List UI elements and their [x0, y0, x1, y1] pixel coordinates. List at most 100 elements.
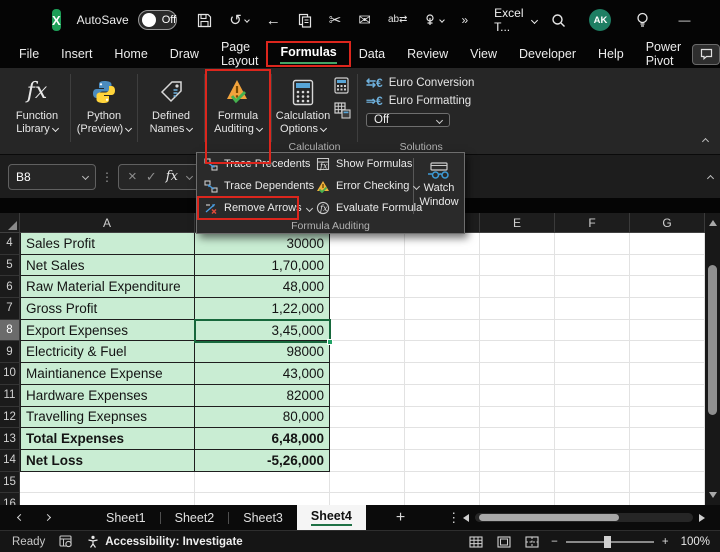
horizontal-scrollbar[interactable] — [455, 505, 705, 530]
table-row-selected[interactable]: 8 Export Expenses 3,45,000 — [0, 320, 705, 342]
zoom-out-icon[interactable]: − — [551, 536, 558, 548]
row-header[interactable]: 5 — [0, 255, 20, 277]
sheet-tab-sheet3[interactable]: Sheet3 — [229, 505, 297, 530]
tab-data[interactable]: Data — [348, 40, 396, 68]
collapse-ribbon-icon[interactable] — [703, 131, 708, 149]
zoom-level-label[interactable]: 100% — [681, 536, 710, 548]
row-header[interactable]: 15 — [0, 472, 20, 494]
more-commands-icon[interactable]: » — [461, 14, 468, 26]
cell-b14[interactable]: -5,26,000 — [195, 450, 330, 472]
undo-icon[interactable]: ↺ — [229, 13, 249, 28]
collapse-formula-bar-icon[interactable] — [708, 168, 713, 186]
email-ink-icon[interactable]: ✉ — [358, 13, 371, 28]
menu-item-error-checking[interactable]: Error Checking — [309, 175, 413, 197]
sheet-tab-sheet2[interactable]: Sheet2 — [161, 505, 229, 530]
table-row[interactable]: 14 Net Loss -5,26,000 — [0, 450, 705, 472]
normal-view-icon[interactable] — [469, 536, 483, 548]
sheet-tab-sheet1[interactable]: Sheet1 — [92, 505, 160, 530]
tab-insert[interactable]: Insert — [50, 40, 103, 68]
cancel-icon[interactable]: × — [128, 168, 137, 185]
horizontal-scroll-thumb[interactable] — [479, 514, 619, 521]
page-break-view-icon[interactable] — [525, 536, 539, 548]
cell-b6[interactable]: 48,000 — [195, 276, 330, 298]
zoom-in-icon[interactable]: + — [662, 536, 669, 548]
cell-b5[interactable]: 1,70,000 — [195, 255, 330, 277]
cell-b10[interactable]: 43,000 — [195, 363, 330, 385]
column-header-e[interactable]: E — [480, 213, 555, 232]
insert-function-icon[interactable]: fx — [166, 169, 178, 184]
zoom-slider[interactable]: − + — [551, 536, 668, 548]
euro-formatting-button[interactable]: ⇒€ Euro Formatting — [366, 94, 474, 108]
table-row[interactable]: 15 — [0, 472, 705, 494]
formula-auditing-button[interactable]: Formula Auditing — [207, 71, 269, 154]
cell-b12[interactable]: 80,000 — [195, 407, 330, 429]
sheet-tab-sheet4-active[interactable]: Sheet4 — [297, 505, 366, 530]
function-library-button[interactable]: fx Function Library — [6, 71, 68, 154]
sheet-nav-right-icon[interactable] — [44, 514, 51, 521]
scroll-up-icon[interactable] — [709, 220, 717, 226]
scroll-down-icon[interactable] — [709, 492, 717, 498]
cell-a8[interactable]: Export Expenses — [20, 320, 195, 342]
cell-b9[interactable]: 98000 — [195, 341, 330, 363]
cell-a9[interactable]: Electricity & Fuel — [20, 341, 195, 363]
tab-help[interactable]: Help — [587, 40, 635, 68]
copy-icon[interactable] — [298, 13, 312, 28]
tab-view[interactable]: View — [459, 40, 508, 68]
add-sheet-icon[interactable]: + — [396, 509, 405, 527]
fx-dropdown-icon[interactable] — [186, 173, 193, 180]
tab-developer[interactable]: Developer — [508, 40, 587, 68]
table-row[interactable]: 10 Maintianence Expense 43,000 — [0, 363, 705, 385]
table-row[interactable]: 12 Travelling Exepnses 80,000 — [0, 407, 705, 429]
defined-names-button[interactable]: Defined Names — [140, 71, 202, 154]
vertical-scrollbar[interactable] — [705, 213, 720, 505]
tab-file[interactable]: File — [8, 40, 50, 68]
solutions-dropdown[interactable]: Off — [366, 113, 450, 127]
cell-a4[interactable]: Sales Profit — [20, 233, 195, 255]
translate-icon[interactable]: ab⇄ — [388, 15, 408, 25]
table-row[interactable]: 11 Hardware Expenses 82000 — [0, 385, 705, 407]
touch-mode-icon[interactable] — [424, 13, 444, 27]
name-box[interactable]: B8 — [8, 164, 96, 190]
calculate-now-icon[interactable] — [334, 77, 351, 94]
tab-review[interactable]: Review — [396, 40, 459, 68]
spreadsheet-grid[interactable]: 4 Sales Profit 30000 5 Net Sales 1,70,00… — [0, 233, 705, 505]
tab-formulas[interactable]: Formulas — [269, 40, 347, 68]
row-header[interactable]: 7 — [0, 298, 20, 320]
cell-a11[interactable]: Hardware Expenses — [20, 385, 195, 407]
accessibility-status[interactable]: Accessibility: Investigate — [87, 535, 242, 548]
row-header[interactable]: 4 — [0, 233, 20, 255]
row-header[interactable]: 14 — [0, 450, 20, 472]
account-avatar[interactable]: AK — [579, 0, 621, 40]
column-header-f[interactable]: F — [555, 213, 630, 232]
autosave-toggle[interactable]: Off — [138, 10, 177, 30]
menu-item-evaluate-formula[interactable]: fx Evaluate Formula — [309, 197, 413, 219]
cell-a12[interactable]: Travelling Exepnses — [20, 407, 195, 429]
cell-a10[interactable]: Maintianence Expense — [20, 363, 195, 385]
row-header-selected[interactable]: 8 — [0, 320, 20, 342]
cell-a14[interactable]: Net Loss — [20, 450, 195, 472]
tab-home[interactable]: Home — [103, 40, 158, 68]
menu-item-trace-precedents[interactable]: Trace Precedents — [197, 153, 309, 175]
menu-item-show-formulas[interactable]: fx Show Formulas — [309, 153, 413, 175]
cell-b8-selected[interactable]: 3,45,000 — [195, 320, 330, 342]
row-header[interactable]: 10 — [0, 363, 20, 385]
tab-draw[interactable]: Draw — [159, 40, 210, 68]
table-row[interactable]: 13 Total Expenses 6,48,000 — [0, 428, 705, 450]
cell-b4[interactable]: 30000 — [195, 233, 330, 255]
cell-a7[interactable]: Gross Profit — [20, 298, 195, 320]
vertical-scroll-thumb[interactable] — [708, 265, 717, 415]
calculation-options-button[interactable]: Calculation Options — [274, 71, 332, 140]
cut-icon[interactable]: ✂ — [329, 13, 342, 28]
search-icon[interactable] — [537, 0, 579, 40]
back-arrow-icon[interactable]: ← — [266, 13, 281, 28]
row-header[interactable]: 9 — [0, 341, 20, 363]
scroll-left-icon[interactable] — [463, 514, 469, 522]
minimize-button[interactable]: — — [663, 0, 705, 40]
scroll-right-icon[interactable] — [699, 514, 705, 522]
cell-a13[interactable]: Total Expenses — [20, 428, 195, 450]
column-header-a[interactable]: A — [20, 213, 195, 232]
macro-record-icon[interactable] — [59, 535, 73, 548]
row-header[interactable]: 16 — [0, 493, 20, 505]
column-header-g[interactable]: G — [630, 213, 705, 232]
formula-bar-handle[interactable]: ⋮ — [101, 170, 113, 184]
